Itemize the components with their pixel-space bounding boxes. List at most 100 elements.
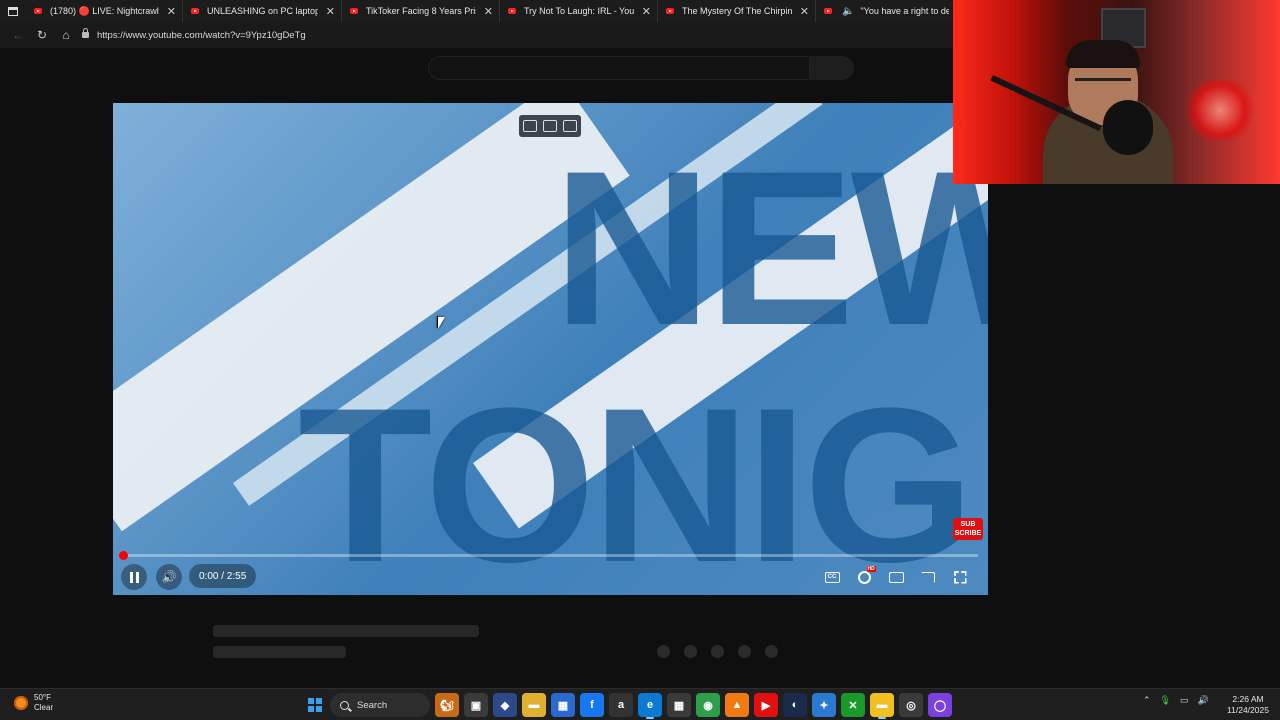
url-field[interactable]: https://www.youtube.com/watch?v=9Ypz10gD… [82,28,306,41]
subscribe-watermark[interactable]: SUB SCRIBE [953,518,983,540]
browser-tab[interactable]: (1780) 🔴 LIVE: Nightcrawl | LOS ✕ [26,0,183,22]
settings-button[interactable] [853,565,876,588]
weather-condition: Clear [34,703,54,712]
fullscreen-button[interactable] [949,566,971,588]
steam-icon[interactable]: ◐ [783,693,807,717]
search-input[interactable] [428,56,810,80]
video-player[interactable]: NEW TONIG SUB SCRIBE 🔊 0:00 / 2:55 CC [113,103,988,595]
weather-widget[interactable]: 50°F Clear [14,693,53,713]
weather-temperature: 50°F [34,693,51,702]
pause-icon [129,571,133,583]
browser-tab-label: "You have a right to defen [860,6,949,16]
taskbar-search[interactable]: Search [330,693,430,717]
copilot-icon[interactable]: ◆ [493,693,517,717]
file-explorer-icon[interactable]: ▬ [522,693,546,717]
pause-button[interactable] [121,564,147,590]
weather-icon [14,696,28,710]
amazon-icon[interactable]: a [609,693,633,717]
player-right-controls: CC [821,565,971,589]
gear-icon [857,565,876,584]
time-display: 0:00 / 2:55 [189,564,257,588]
tabs-container: (1780) 🔴 LIVE: Nightcrawl | LOS✕UNLEASHI… [26,0,956,22]
task-view-icon[interactable]: ▣ [464,693,488,717]
start-button[interactable] [305,695,325,715]
browser-tab[interactable]: The Mystery Of The Chirping Bal ✕ [658,0,816,22]
speaker-icon[interactable]: 🔊 [1198,695,1209,706]
browser-tab[interactable]: 🔈 "You have a right to defen [816,0,956,22]
browser-tab[interactable]: Try Not To Laugh: IRL - YouTube ✕ [500,0,658,22]
youtube-favicon-icon [824,8,832,14]
browser-tab-label: TikToker Facing 8 Years Prison Af [366,6,476,16]
tab-audio-icon[interactable]: 🔈 [842,6,854,17]
tray-overflow-icon[interactable]: ⌃ [1143,695,1151,706]
xbox-icon[interactable]: ✕ [841,693,865,717]
back-button[interactable]: ← [6,24,30,46]
progress-scrubber[interactable] [119,551,128,560]
browser-tab-label: The Mystery Of The Chirping Bal [682,6,792,16]
clock-date: 11/24/2025 [1227,705,1269,715]
game-app-icon[interactable]: 🐿 [435,693,459,717]
store-icon[interactable]: ▦ [551,693,575,717]
loading-dots [657,645,778,658]
title-skeleton [213,625,479,637]
microphone [1103,100,1153,155]
address-bar: ← ↻ ⌂ https://www.youtube.com/watch?v=9Y… [0,22,960,48]
sticky-notes-icon[interactable]: ▬ [870,693,894,719]
facebook-icon[interactable]: f [580,693,604,717]
tab-actions-button[interactable] [0,0,26,22]
cast-button[interactable] [917,566,939,588]
youtube-favicon-icon [34,8,42,14]
captions-icon: CC [824,571,840,583]
youtube-favicon-icon [191,8,199,14]
clock-time: 2:26 AM [1232,694,1264,704]
microphone-icon[interactable]: 🎙 [1160,695,1171,706]
system-tray: ⌃ 🎙 ▭ 🔊 [1143,695,1209,706]
close-tab-icon[interactable]: ✕ [326,5,335,18]
tab-actions-icon [8,6,18,16]
close-tab-icon[interactable]: ✕ [642,5,651,18]
browser-tab-label: UNLEASHING on PC laptops - Yo [207,6,318,16]
volume-button[interactable]: 🔊 [156,564,182,590]
youtube-favicon-icon [666,8,674,14]
lock-icon [82,28,89,38]
taskbar-apps: Search 🐿 ▣ ◆ ▬ ▦ f a e ▦ ◉ ▲ ▶ ◐ ✦ ✕ ▬ ◎ ◯ [305,693,952,719]
captions-button[interactable]: CC [821,566,843,588]
url-text: https://www.youtube.com/watch?v=9Ypz10gD… [97,29,306,41]
search-icon [340,700,349,710]
taskbar: 50°F Clear Search 🐿 ▣ ◆ ▬ ▦ f a e ▦ ◉ ▲ ▶ ◐ ✦ ✕ ▬ ◎ ◯ ⌃ 🎙… [0,688,1280,720]
notes-icon[interactable] [543,120,557,132]
obs-icon[interactable]: ◎ [899,693,923,717]
clock[interactable]: 2:26 AM 11/24/2025 [1218,694,1278,716]
progress-bar[interactable] [119,551,978,560]
miniplayer-icon[interactable] [523,120,537,132]
browser-tab[interactable]: UNLEASHING on PC laptops - Yo ✕ [183,0,342,22]
youtube-icon[interactable]: ▶ [754,693,778,717]
pinned-apps: 🐿 ▣ ◆ ▬ ▦ f a e ▦ ◉ ▲ ▶ ◐ ✦ ✕ ▬ ◎ ◯ [435,693,952,719]
translate-icon[interactable] [563,120,577,132]
volume-icon: 🔊 [161,570,177,584]
vlc-icon[interactable]: ▲ [725,693,749,717]
theater-button[interactable] [885,566,907,588]
refresh-button[interactable]: ↻ [30,24,54,46]
video-text-new: NEW [553,125,988,371]
youtube-favicon-icon [508,8,516,14]
edge-icon[interactable]: e [638,693,662,719]
calculator-icon[interactable]: ▦ [667,693,691,717]
close-tab-icon[interactable]: ✕ [484,5,493,18]
taskbar-search-label: Search [357,699,388,711]
browser-tab-label: (1780) 🔴 LIVE: Nightcrawl | LOS [50,5,159,16]
chrome-icon[interactable]: ◉ [696,693,720,717]
player-overlay-tools [519,115,581,137]
screen: (1780) 🔴 LIVE: Nightcrawl | LOS✕UNLEASHI… [0,0,1280,720]
browser-tab[interactable]: TikToker Facing 8 Years Prison Af ✕ [342,0,500,22]
search-button[interactable] [810,56,854,80]
cast-icon [921,571,935,583]
app-icon[interactable]: ✦ [812,693,836,717]
network-icon[interactable]: ▭ [1180,695,1189,706]
close-tab-icon[interactable]: ✕ [800,5,809,18]
close-tab-icon[interactable]: ✕ [167,5,176,18]
channel-skeleton [213,646,346,658]
mouse-cursor-icon [437,316,445,329]
cortana-icon[interactable]: ◯ [928,693,952,717]
home-button[interactable]: ⌂ [54,24,78,46]
